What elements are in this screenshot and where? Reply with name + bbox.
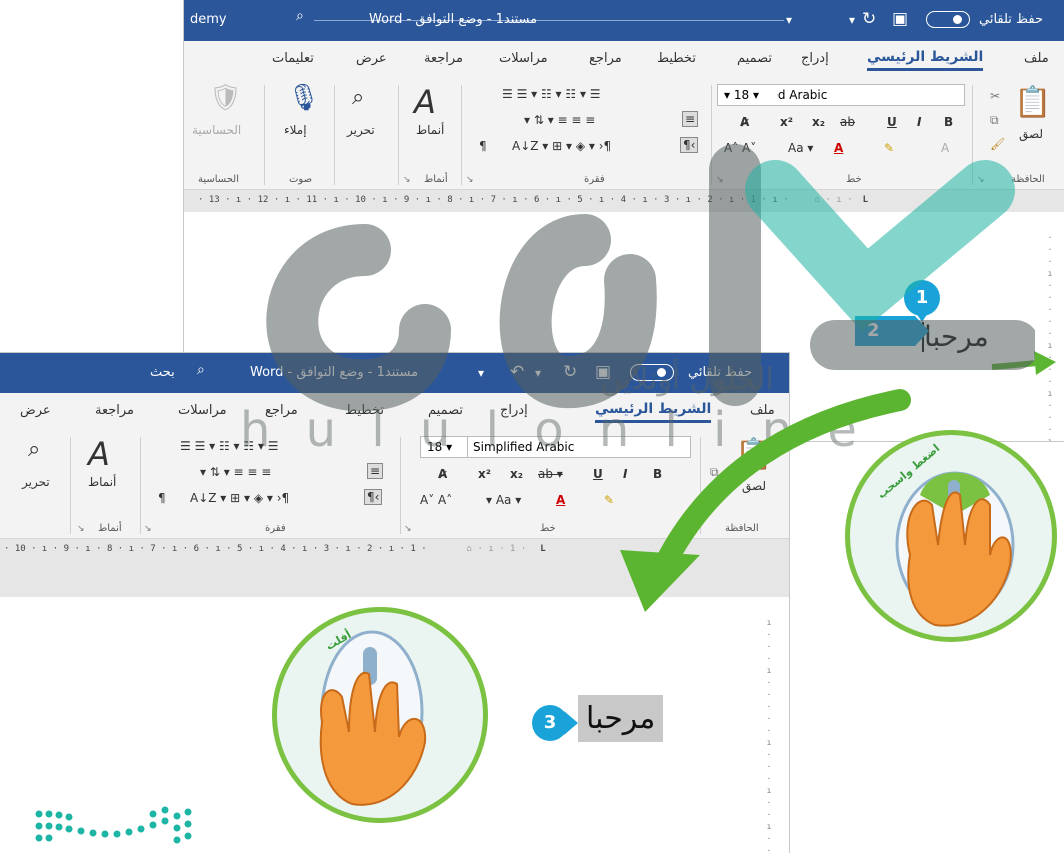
styles-icon[interactable]: A [88,435,110,473]
grow-font-icon[interactable]: A˅ A˄ [420,493,452,507]
font-color-icon[interactable]: A [556,493,565,507]
align-right-icon[interactable]: ≡ [367,463,384,479]
document-title: مستند1 - وضع التوافق - Word [369,12,538,27]
tab-mailings[interactable]: مراسلات [499,51,548,66]
tab-references[interactable]: مراجع [589,51,622,66]
sensitivity-icon[interactable]: 🛡 [209,83,242,113]
search-icon[interactable]: ⌕ [296,8,304,24]
tab-insert[interactable]: إدراج [801,51,829,66]
cut-icon[interactable]: ✂ [990,89,1000,103]
tab-layout[interactable]: تخطيط [657,51,696,66]
edit-button[interactable]: تحرير [22,475,50,489]
undo-dropdown-icon[interactable]: ▾ [849,13,855,27]
styles-launcher-icon[interactable]: ↘ [77,524,85,534]
hand-on-mouse-icon [895,471,1015,627]
superscript-icon[interactable]: x² [780,115,793,129]
bold-icon[interactable]: B [944,115,953,129]
paste-icon[interactable]: 📋 [1014,85,1051,120]
tab-design[interactable]: تصميم [737,51,772,66]
change-case-icon[interactable]: ▾ Aa ▾ [486,493,521,507]
align-icons-row[interactable]: ▾ ⇅ ▾ ≡ ≡ ≡ [524,113,595,127]
group-font: خط [540,523,556,534]
watermark-logo [266,144,1035,412]
find-icon[interactable]: ⌕ [352,85,364,110]
copy-icon[interactable]: ⧉ [990,113,999,128]
styles-button[interactable]: أنماط [88,475,116,489]
tab-view[interactable]: عرض [20,403,51,418]
ribbon-tabs: ملف الشريط الرئيسي إدراج تصميم تخطيط مرا… [184,41,1064,79]
tab-help[interactable]: تعليمات [272,51,314,66]
pilcrow-icon[interactable]: ¶ [158,491,166,505]
save-icon[interactable]: ▣ [892,9,908,29]
group-paragraph: فقرة [265,523,286,534]
styles-icon[interactable]: A [414,83,436,121]
mouse-release-illustration: أفلت [272,607,488,823]
tab-review[interactable]: مراجعة [95,403,134,418]
superscript-icon[interactable]: x² [478,467,491,481]
hand-on-mouse-icon [319,630,427,806]
title-fragment: demy [190,12,227,27]
mouse-press-drag-illustration: اضغط واسحب [845,430,1057,642]
underline-icon[interactable]: U [887,115,897,129]
group-styles: أنماط [98,523,122,534]
strikethrough-icon[interactable]: ab [840,115,855,129]
vertical-ruler: · · · ı · · · · · ı · · · ı · · · ı [1047,233,1053,442]
tab-review[interactable]: مراجعة [424,51,463,66]
title-bar: demy ⌕ مستند1 - وضع التوافق - Word ▾ ▾ ↻… [184,0,1064,41]
microphone-icon[interactable]: 🎙 [287,83,320,113]
strikethrough-icon[interactable]: ab ▾ [538,467,563,481]
find-icon[interactable]: ⌕ [28,437,40,462]
callout-3: 3 [532,705,568,741]
subscript-icon[interactable]: x₂ [812,115,825,129]
tab-file[interactable]: ملف [1024,51,1049,66]
tab-view[interactable]: عرض [356,51,387,66]
font-size-box[interactable]: ▾ 18 ▾ [717,84,777,106]
customize-icon[interactable]: ▾ [786,13,792,27]
tab-home[interactable]: الشريط الرئيسي [867,49,984,71]
autosave-label: حفظ تلقائي [979,12,1043,27]
rtl-icon[interactable]: ¶‹ [364,489,383,505]
callout-3-pointer [564,711,578,735]
list-icons-row[interactable]: ☰ ☰ ▾ ☷ ▾ ☷ ▾ ☰ [502,87,601,101]
sort-icon[interactable]: A↓Z ▾ ⊞ ▾ ◈ ▾ ›¶ [190,491,289,505]
autosave-toggle[interactable] [926,11,970,28]
search-label[interactable]: بحث [150,365,175,380]
clear-format-icon[interactable]: A̷ [740,115,749,129]
clear-format-icon[interactable]: A̷ [438,467,447,481]
paragraph-launcher-icon[interactable]: ↘ [144,524,152,534]
subscript-icon[interactable]: x₂ [510,467,523,481]
ministry-logo-icon [35,806,192,844]
align-icons-row[interactable]: ▾ ⇅ ▾ ≡ ≡ ≡ [200,465,271,479]
align-right-icon[interactable]: ≡ [682,111,699,127]
selected-text[interactable]: مرحبا [578,695,664,742]
search-icon[interactable]: ⌕ [197,362,205,378]
vertical-ruler: ı · · · ı · · · · · ı · · · ı · · ı · · [766,618,772,853]
redo-icon[interactable]: ↻ [862,9,876,29]
font-launcher-icon[interactable]: ↘ [404,524,412,534]
italic-icon[interactable]: I [917,115,921,129]
